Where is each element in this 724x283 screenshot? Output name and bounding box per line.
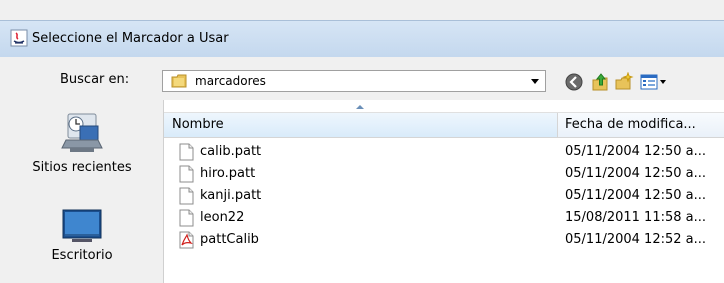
java-app-icon — [10, 29, 28, 47]
recent-places-icon — [61, 113, 103, 152]
file-date: 05/11/2004 12:50 a... — [565, 144, 707, 159]
file-icon — [179, 187, 194, 205]
place-label: Escritorio — [51, 248, 113, 263]
file-list: Nombre Fecha de modifica... calib.patt 0… — [163, 100, 724, 283]
table-row[interactable]: hiro.patt 05/11/2004 12:50 a... — [164, 163, 724, 185]
table-row[interactable]: kanji.patt 05/11/2004 12:50 a... — [164, 185, 724, 207]
look-in-combobox[interactable]: marcadores — [162, 70, 546, 92]
column-label: Nombre — [172, 117, 224, 132]
table-row[interactable]: pattCalib 05/11/2004 12:52 a... — [164, 229, 724, 251]
table-row[interactable]: calib.patt 05/11/2004 12:50 a... — [164, 141, 724, 163]
chevron-down-icon — [531, 79, 539, 84]
file-date: 15/08/2011 11:58 a... — [565, 210, 707, 225]
places-bar: Sitios recientes Escritorio — [8, 100, 156, 283]
place-recent[interactable]: Sitios recientes — [8, 110, 156, 175]
table-row[interactable]: leon22 15/08/2011 11:58 a... — [164, 207, 724, 229]
column-label: Fecha de modifica... — [565, 117, 696, 132]
file-list-header: Nombre Fecha de modifica... — [164, 105, 724, 138]
up-folder-icon[interactable] — [590, 72, 610, 92]
new-folder-icon[interactable] — [614, 72, 634, 92]
file-date: 05/11/2004 12:52 a... — [565, 232, 707, 247]
file-icon — [179, 143, 194, 161]
file-icon — [179, 209, 194, 227]
sort-ascending-icon — [356, 105, 364, 109]
file-name: pattCalib — [200, 232, 259, 247]
look-in-row: Buscar en: marcadores — [0, 62, 724, 92]
look-in-label: Buscar en: — [60, 72, 130, 87]
column-header-name[interactable]: Nombre — [164, 105, 558, 137]
column-header-date[interactable]: Fecha de modifica... — [559, 113, 724, 137]
view-menu-icon[interactable] — [640, 72, 668, 92]
folder-icon — [171, 74, 187, 88]
file-date: 05/11/2004 12:50 a... — [565, 166, 707, 181]
pdf-file-icon — [179, 231, 194, 249]
file-name: kanji.patt — [200, 188, 262, 203]
file-name: leon22 — [200, 210, 245, 225]
file-date: 05/11/2004 12:50 a... — [565, 188, 707, 203]
desktop-icon — [62, 209, 102, 242]
back-icon[interactable] — [564, 72, 584, 92]
file-icon — [179, 165, 194, 183]
file-name: calib.patt — [200, 144, 262, 159]
dialog-title: Seleccione el Marcador a Usar — [32, 31, 229, 46]
place-label: Sitios recientes — [32, 160, 132, 175]
title-bar: Seleccione el Marcador a Usar — [0, 20, 724, 57]
file-name: hiro.patt — [200, 166, 256, 181]
place-desktop[interactable]: Escritorio — [8, 208, 156, 263]
file-chooser-dialog: Seleccione el Marcador a Usar Buscar en:… — [0, 0, 724, 283]
look-in-value: marcadores — [195, 74, 266, 88]
